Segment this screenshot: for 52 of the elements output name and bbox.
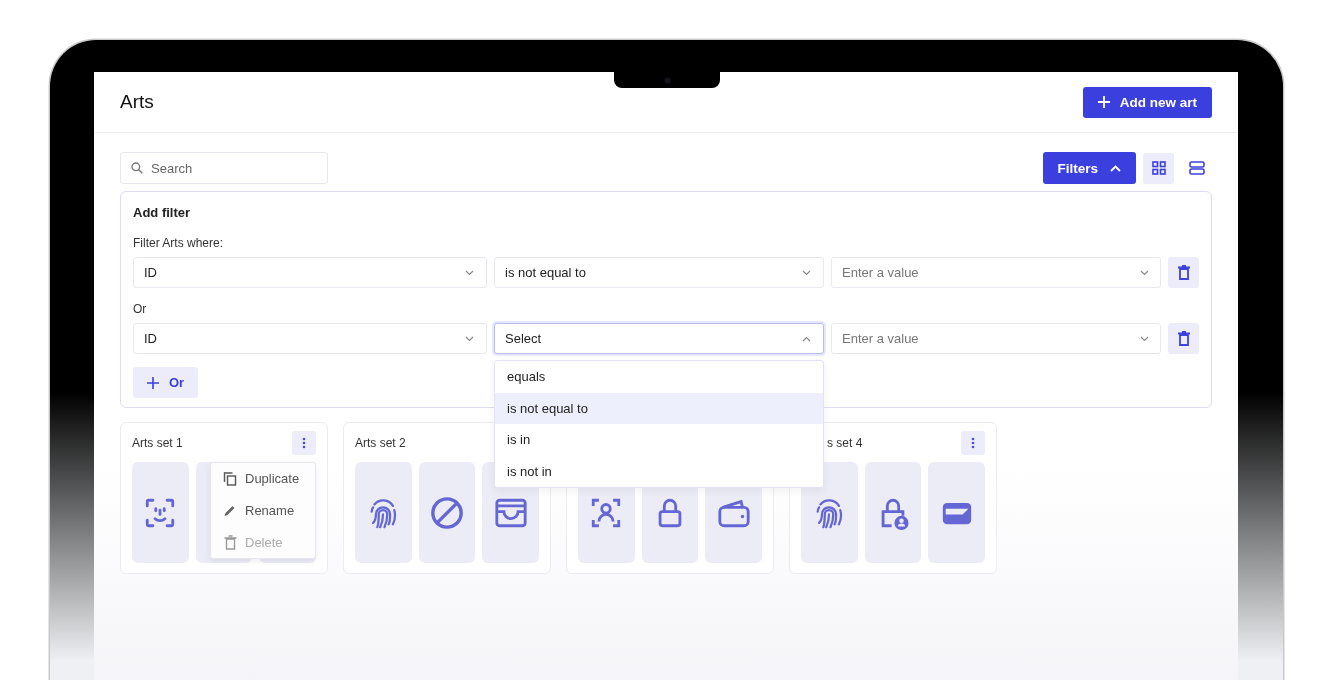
add-art-button[interactable]: Add new art <box>1082 86 1212 118</box>
delete-button[interactable] <box>1168 257 1199 288</box>
search-field[interactable]: Search <box>120 152 328 184</box>
art-tile[interactable] <box>928 462 985 563</box>
chevron-icon <box>1140 270 1149 276</box>
plus-icon <box>147 376 159 389</box>
filters-button[interactable]: Filters <box>1043 152 1136 184</box>
copy-icon <box>223 471 237 487</box>
chevron-icon <box>802 269 811 276</box>
dropdown-option[interactable]: is in <box>495 424 823 456</box>
delete-button[interactable] <box>1168 323 1199 354</box>
card-title: s set 4 <box>827 436 863 450</box>
camera-icon <box>663 76 671 84</box>
value-field[interactable]: Enter a value <box>831 257 1161 288</box>
menu-item[interactable]: Rename <box>211 494 315 527</box>
menu-item[interactable]: Duplicate <box>211 463 315 495</box>
chevron-icon <box>465 269 474 276</box>
search-icon <box>131 162 143 174</box>
pencil-icon <box>223 503 237 519</box>
page-title: Arts <box>120 91 154 113</box>
card-title: Arts set 2 <box>355 436 406 450</box>
trash-icon <box>223 534 237 550</box>
field-select[interactable]: ID <box>133 257 487 288</box>
filter-label: Filter Arts where: <box>133 235 224 251</box>
operator-select[interactable]: Select <box>494 323 824 354</box>
more-icon <box>302 437 306 449</box>
value-field[interactable]: Enter a value <box>831 323 1161 354</box>
chevron-icon <box>1140 336 1149 342</box>
chevron-icon <box>802 335 811 342</box>
add-or-button[interactable]: Or <box>133 367 199 398</box>
operator-select[interactable]: is not equal to <box>494 257 824 288</box>
art-tile[interactable] <box>355 462 412 563</box>
filter-label: Or <box>133 301 147 317</box>
plus-icon <box>1097 96 1110 108</box>
dropdown-option[interactable]: equals <box>495 361 823 393</box>
trash-icon <box>1177 331 1190 346</box>
dropdown-option[interactable]: is not equal to <box>495 392 823 424</box>
list-icon <box>1188 161 1205 175</box>
panel-title: Add filter <box>133 205 191 221</box>
chevron-icon <box>465 335 474 342</box>
art-tile[interactable] <box>132 462 189 563</box>
more-icon <box>971 437 975 449</box>
trash-icon <box>1177 265 1190 280</box>
art-tile[interactable] <box>864 462 922 563</box>
grid-icon <box>1151 161 1166 175</box>
art-tile[interactable] <box>418 462 476 563</box>
grid-view-button[interactable] <box>1143 152 1174 184</box>
chevron-icon <box>1110 164 1121 172</box>
field-select[interactable]: ID <box>133 323 487 354</box>
no-entry-icon <box>430 495 464 530</box>
dropdown-option[interactable]: is not in <box>495 455 823 487</box>
card-title: Arts set 1 <box>132 436 183 450</box>
